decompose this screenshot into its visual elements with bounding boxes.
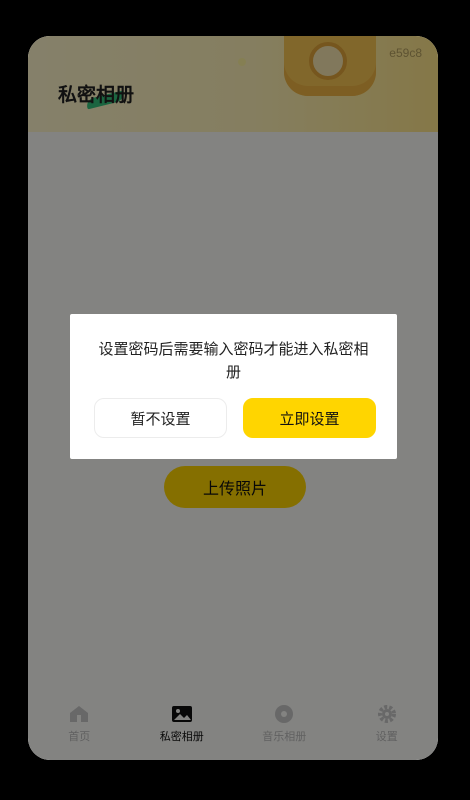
skip-setup-button[interactable]: 暂不设置 bbox=[94, 398, 227, 438]
set-password-dialog: 设置密码后需要输入密码才能进入私密相册 暂不设置 立即设置 bbox=[70, 314, 397, 459]
dialog-message: 设置密码后需要输入密码才能进入私密相册 bbox=[98, 340, 369, 381]
dialog-actions: 暂不设置 立即设置 bbox=[94, 398, 376, 438]
setup-now-button[interactable]: 立即设置 bbox=[243, 398, 376, 438]
